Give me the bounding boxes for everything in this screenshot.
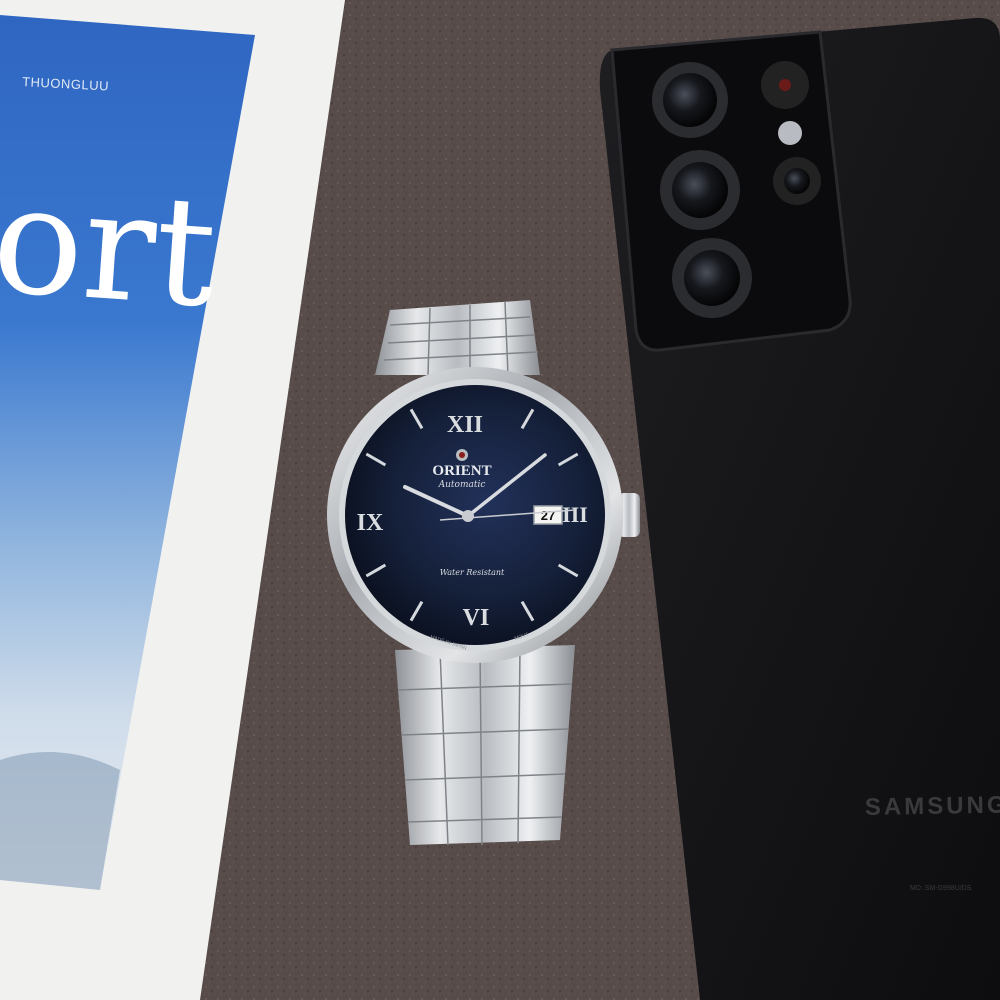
brand-name: ORIENT	[432, 463, 491, 479]
date-value: 27	[541, 508, 555, 523]
magazine-cover-text: ort	[0, 152, 221, 341]
water-resistant-text: Water Resistant	[440, 568, 505, 577]
photo-scene: THUONGLUU ort SAMSUNG MD: SM-G998U/DS XI…	[0, 0, 1000, 1000]
watch-bracelet-bottom	[395, 645, 575, 846]
phone-model-text: MD: SM-G998U/DS	[910, 885, 972, 892]
phone-brand-logo: SAMSUNG	[865, 791, 1000, 821]
orient-logo-icon	[456, 449, 468, 461]
watch-bracelet-top	[375, 300, 540, 376]
numeral-three: III	[562, 502, 588, 527]
date-window: 27	[533, 505, 563, 525]
numeral-nine: IX	[357, 510, 384, 536]
numeral-twelve: XII	[447, 412, 483, 438]
numeral-six: VI	[463, 605, 490, 631]
movement-type: Automatic	[438, 480, 486, 490]
